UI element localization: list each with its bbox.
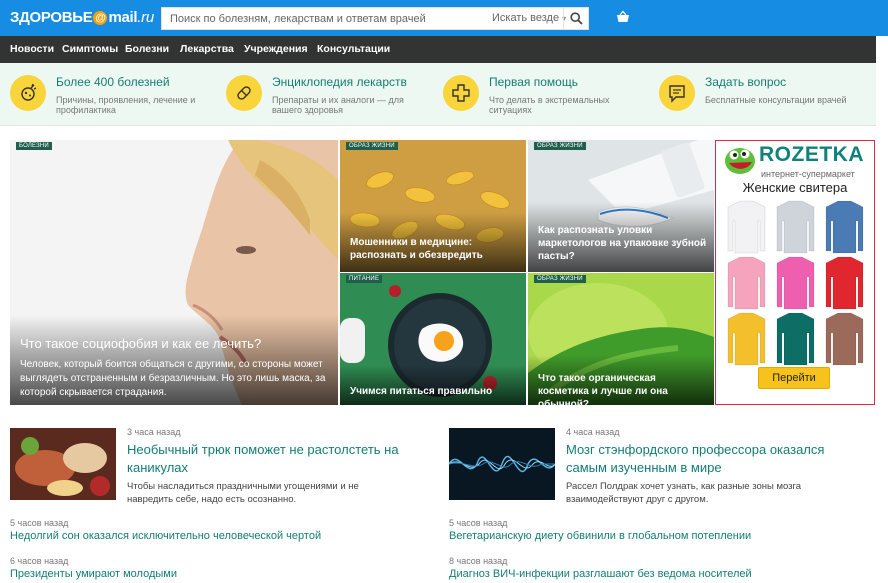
promo-ask-question[interactable]: Задать вопрос Бесплатные консультации вр… xyxy=(659,73,869,119)
news-time: 8 часов назад xyxy=(449,556,508,566)
promo-description: Что делать в экстремальных ситуациях xyxy=(489,95,610,115)
sweater-item xyxy=(776,200,815,254)
logo-domain: .ru xyxy=(137,9,154,26)
article-tile[interactable]: ПИТАНИЕ Учимся питаться правильно xyxy=(340,273,526,405)
tile-title[interactable]: Учимся питаться правильно xyxy=(350,385,520,398)
ad-headline: Женские свитера xyxy=(742,180,848,195)
tile-title[interactable]: Что такое органическая косметика и лучше… xyxy=(538,372,708,405)
sweater-item xyxy=(825,256,864,310)
promo-title: Первая помощь xyxy=(489,75,578,89)
news-title[interactable]: Диагноз ВИЧ-инфекции разглашают без ведо… xyxy=(449,568,752,580)
site-logo[interactable]: ЗДОРОВЬЕ @ mail.ru xyxy=(10,9,154,26)
category-tag[interactable]: ОБРАЗ ЖИЗНИ xyxy=(346,142,398,150)
news-description: Рассел Полдрак хочет узнать, как разные … xyxy=(566,481,802,505)
promo-strip: Более 400 болезней Причины, проявления, … xyxy=(0,63,876,126)
category-tag[interactable]: ОБРАЗ ЖИЗНИ xyxy=(534,142,586,150)
promo-description: Причины, проявления, лечение и профилакт… xyxy=(56,95,196,115)
main-nav: Новости Симптомы Болезни Лекарства Учреж… xyxy=(0,36,876,63)
sweater-item xyxy=(825,312,864,366)
sweater-item xyxy=(776,312,815,366)
ad-subtitle: интернет-супермаркет xyxy=(761,169,855,179)
search-box: Искать везде ▾ xyxy=(161,7,589,30)
news-title[interactable]: Президенты умирают молодыми xyxy=(10,568,177,580)
nav-item-drugs[interactable]: Лекарства xyxy=(180,43,234,55)
rozetka-mascot-icon xyxy=(725,148,755,174)
news-title[interactable]: Недолгий сон оказался исключительно чело… xyxy=(10,530,321,542)
question-chat-icon xyxy=(659,75,695,111)
logo-at-sign: @ xyxy=(93,11,108,25)
promo-first-aid[interactable]: Первая помощь Что делать в экстремальных… xyxy=(443,73,653,119)
nav-item-institutions[interactable]: Учреждения xyxy=(244,43,308,55)
article-tile[interactable]: ОБРАЗ ЖИЗНИ Мошенники в медицине: распоз… xyxy=(340,140,526,272)
article-tile[interactable]: ОБРАЗ ЖИЗНИ Что такое органическая косме… xyxy=(528,273,714,405)
news-time: 3 часа назад xyxy=(127,427,181,437)
promo-title: Задать вопрос xyxy=(705,75,787,89)
promo-drugs[interactable]: Энциклопедия лекарств Препараты и их ана… xyxy=(226,73,436,119)
promo-diseases[interactable]: Более 400 болезней Причины, проявления, … xyxy=(10,73,220,119)
news-title[interactable]: Необычный трюк поможет не растолстеть на… xyxy=(127,441,427,477)
ad-go-button[interactable]: Перейти xyxy=(758,367,830,389)
news-title[interactable]: Вегетарианскую диету обвинили в глобальн… xyxy=(449,530,751,542)
nav-item-symptoms[interactable]: Симптомы xyxy=(62,43,118,55)
basket-icon[interactable] xyxy=(616,10,630,24)
search-icon xyxy=(570,12,583,25)
category-tag[interactable]: ОБРАЗ ЖИЗНИ xyxy=(534,275,586,283)
promo-title: Энциклопедия лекарств xyxy=(272,75,407,89)
rozetka-ad[interactable]: ROZETKA интернет-супермаркет Женские сви… xyxy=(715,140,875,405)
top-bar: ЗДОРОВЬЕ@mail.ru Искать везде ▾ xyxy=(0,0,888,36)
news-time: 5 часов назад xyxy=(10,518,69,528)
news-thumbnail[interactable] xyxy=(449,428,555,500)
search-scope-dropdown[interactable]: Искать везде ▾ xyxy=(492,12,566,24)
category-tag[interactable]: БОЛЕЗНИ xyxy=(16,142,52,150)
promo-description: Бесплатные консультации врачей xyxy=(705,95,847,105)
sweater-grid xyxy=(727,200,864,366)
nav-item-news[interactable]: Новости xyxy=(10,43,54,55)
ad-brand: ROZETKA xyxy=(759,143,864,166)
hero-article[interactable]: БОЛЕЗНИ Что такое социофобия и как ее ле… xyxy=(10,140,338,405)
news-time: 5 часов назад xyxy=(449,518,508,528)
nav-item-diseases[interactable]: Болезни xyxy=(125,43,169,55)
tile-title[interactable]: Как распознать уловки маркетологов на уп… xyxy=(538,224,708,263)
tile-title[interactable]: Мошенники в медицине: распознать и обезв… xyxy=(350,236,520,262)
news-thumbnail[interactable] xyxy=(10,428,116,500)
promo-title: Более 400 болезней xyxy=(56,75,170,89)
logo-brand: mail xyxy=(108,9,138,26)
search-input[interactable] xyxy=(162,8,482,29)
promo-description: Препараты и их аналоги — для вашего здор… xyxy=(272,95,404,115)
sweater-item xyxy=(727,312,766,366)
sweater-item xyxy=(727,200,766,254)
germ-icon xyxy=(10,75,46,111)
news-time: 6 часов назад xyxy=(10,556,69,566)
news-time: 4 часа назад xyxy=(566,427,620,437)
search-button[interactable] xyxy=(563,8,588,29)
brain-waves-image xyxy=(449,428,555,500)
sweater-item xyxy=(727,256,766,310)
food-image xyxy=(10,428,116,500)
sweater-item xyxy=(776,256,815,310)
category-tag[interactable]: ПИТАНИЕ xyxy=(346,275,383,283)
news-description: Чтобы насладиться праздничными угощениям… xyxy=(127,481,359,505)
hero-title[interactable]: Что такое социофобия и как ее лечить? xyxy=(20,337,261,350)
sweater-item xyxy=(825,200,864,254)
search-scope-label: Искать везде xyxy=(492,12,560,24)
nav-item-consultations[interactable]: Консультации xyxy=(317,43,390,55)
first-aid-cross-icon xyxy=(443,75,479,111)
news-title[interactable]: Мозг стэнфордского профессора оказался с… xyxy=(566,441,866,477)
pill-icon xyxy=(226,75,262,111)
logo-main: ЗДОРОВЬЕ xyxy=(10,9,93,26)
article-tile[interactable]: ОБРАЗ ЖИЗНИ Как распознать уловки маркет… xyxy=(528,140,714,272)
hero-description: Человек, который боится общаться с други… xyxy=(20,359,326,398)
